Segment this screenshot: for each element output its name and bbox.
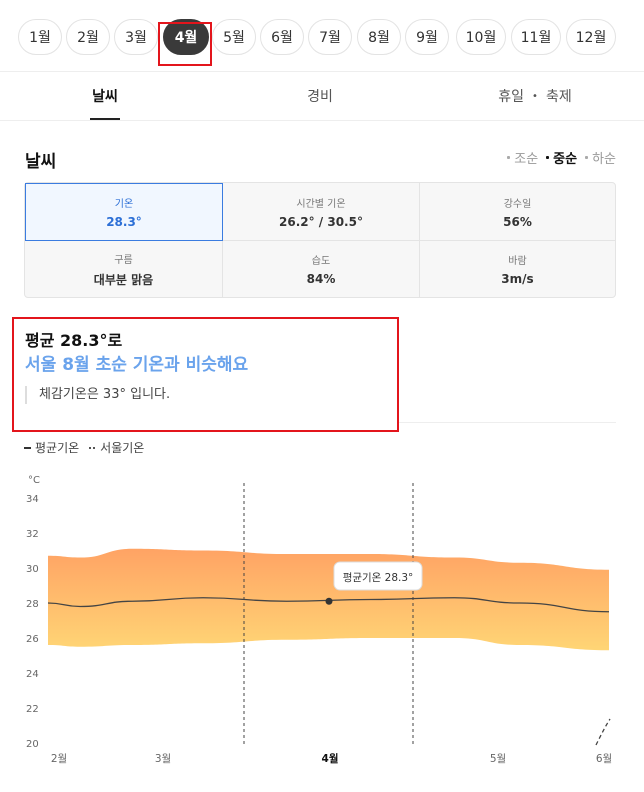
month-chip-12[interactable]: 12월 — [566, 19, 616, 55]
stat-rain-days[interactable]: 강수일 56% — [420, 183, 615, 240]
y-tick-label: 20 — [26, 739, 39, 750]
month-chip-7[interactable]: 7월 — [308, 19, 352, 55]
period-late[interactable]: 하순 — [585, 148, 616, 167]
stat-cloud[interactable]: 구름 대부분 맑음 — [25, 241, 222, 297]
y-tick-label: 30 — [26, 564, 39, 575]
stat-value: 3m/s — [501, 272, 534, 286]
y-tick-label: 24 — [26, 669, 39, 680]
month-chip-9[interactable]: 9월 — [405, 19, 449, 55]
month-chip-3[interactable]: 3월 — [114, 19, 158, 55]
weather-stats-grid: 기온 28.3° 시간별 기온 26.2° / 30.5° 강수일 56% 구름… — [24, 182, 616, 298]
x-tick-label: 6월 — [596, 753, 612, 765]
divider — [399, 422, 616, 423]
divider — [0, 120, 644, 121]
selected-month-highlight — [158, 22, 212, 66]
tab-weather[interactable]: 날씨 — [60, 72, 150, 120]
x-tick-label: 5월 — [490, 753, 506, 765]
y-tick-label: 34 — [26, 494, 39, 505]
month-chip-6[interactable]: 6월 — [260, 19, 304, 55]
stat-label: 강수일 — [503, 198, 532, 210]
stat-value: 84% — [306, 272, 336, 286]
legend-avg: 평균기온 — [24, 439, 79, 456]
feels-like-text: 체감기온은 33° 입니다. — [25, 386, 170, 404]
stat-humidity[interactable]: 습도 84% — [223, 241, 419, 297]
month-chip-10[interactable]: 10월 — [456, 19, 506, 55]
tab-festival-label: 축제 — [545, 89, 572, 105]
seoul-temperature-line — [595, 718, 611, 746]
chart-legend: 평균기온 서울기온 — [24, 439, 144, 456]
y-axis-unit: °C — [28, 475, 40, 486]
month-chip-2[interactable]: 2월 — [66, 19, 110, 55]
x-tick-label: 4월 — [322, 752, 339, 765]
period-early[interactable]: 조순 — [507, 148, 538, 167]
tooltip-text: 평균기온 28.3° — [343, 572, 414, 584]
stat-label: 기온 — [114, 199, 134, 210]
y-tick-label: 26 — [26, 634, 39, 645]
stat-label: 구름 — [114, 254, 133, 266]
separator-dot: • — [532, 90, 538, 102]
y-tick-label: 22 — [26, 704, 39, 715]
section-title: 날씨 — [25, 152, 57, 172]
month-chip-1[interactable]: 1월 — [18, 19, 62, 55]
stat-label: 습도 — [311, 256, 331, 267]
month-chip-11[interactable]: 11월 — [511, 19, 561, 55]
stat-label: 바람 — [508, 256, 527, 267]
stat-value: 26.2° / 30.5° — [279, 214, 363, 229]
comparison-text: 서울 8월 초순 기온과 비슷해요 — [25, 355, 249, 375]
temperature-chart: °C 20 22 24 26 28 30 32 34 평균기온 28.3° 2월 3월 4월 5월 6월 — [26, 475, 612, 765]
y-tick-label: 32 — [26, 529, 39, 540]
stat-temperature[interactable]: 기온 28.3° — [25, 183, 223, 241]
stat-value: 대부분 맑음 — [93, 272, 154, 287]
tab-cost[interactable]: 경비 — [275, 72, 365, 120]
stat-value: 28.3° — [106, 215, 142, 229]
stat-value: 56% — [503, 214, 532, 229]
tab-holiday-festival[interactable]: 휴일 • 축제 — [480, 72, 590, 120]
period-filter: 조순 중순 하순 — [507, 148, 616, 167]
month-chip-5[interactable]: 5월 — [212, 19, 256, 55]
highlight-point — [325, 597, 333, 605]
legend-seoul: 서울기온 — [89, 439, 144, 456]
month-chip-8[interactable]: 8월 — [357, 19, 401, 55]
x-tick-label: 2월 — [51, 753, 67, 765]
x-tick-label: 3월 — [155, 753, 171, 765]
category-tabs: 날씨 경비 휴일 • 축제 — [0, 72, 644, 120]
tab-holiday-label: 휴일 — [498, 89, 525, 105]
stat-wind[interactable]: 바람 3m/s — [420, 241, 615, 297]
period-mid[interactable]: 중순 — [546, 148, 577, 167]
stat-label: 시간별 기온 — [296, 198, 346, 210]
average-temp-text: 평균 28.3°로 — [25, 331, 123, 350]
stat-hourly-temperature[interactable]: 시간별 기온 26.2° / 30.5° — [223, 183, 419, 240]
y-tick-label: 28 — [26, 599, 39, 610]
